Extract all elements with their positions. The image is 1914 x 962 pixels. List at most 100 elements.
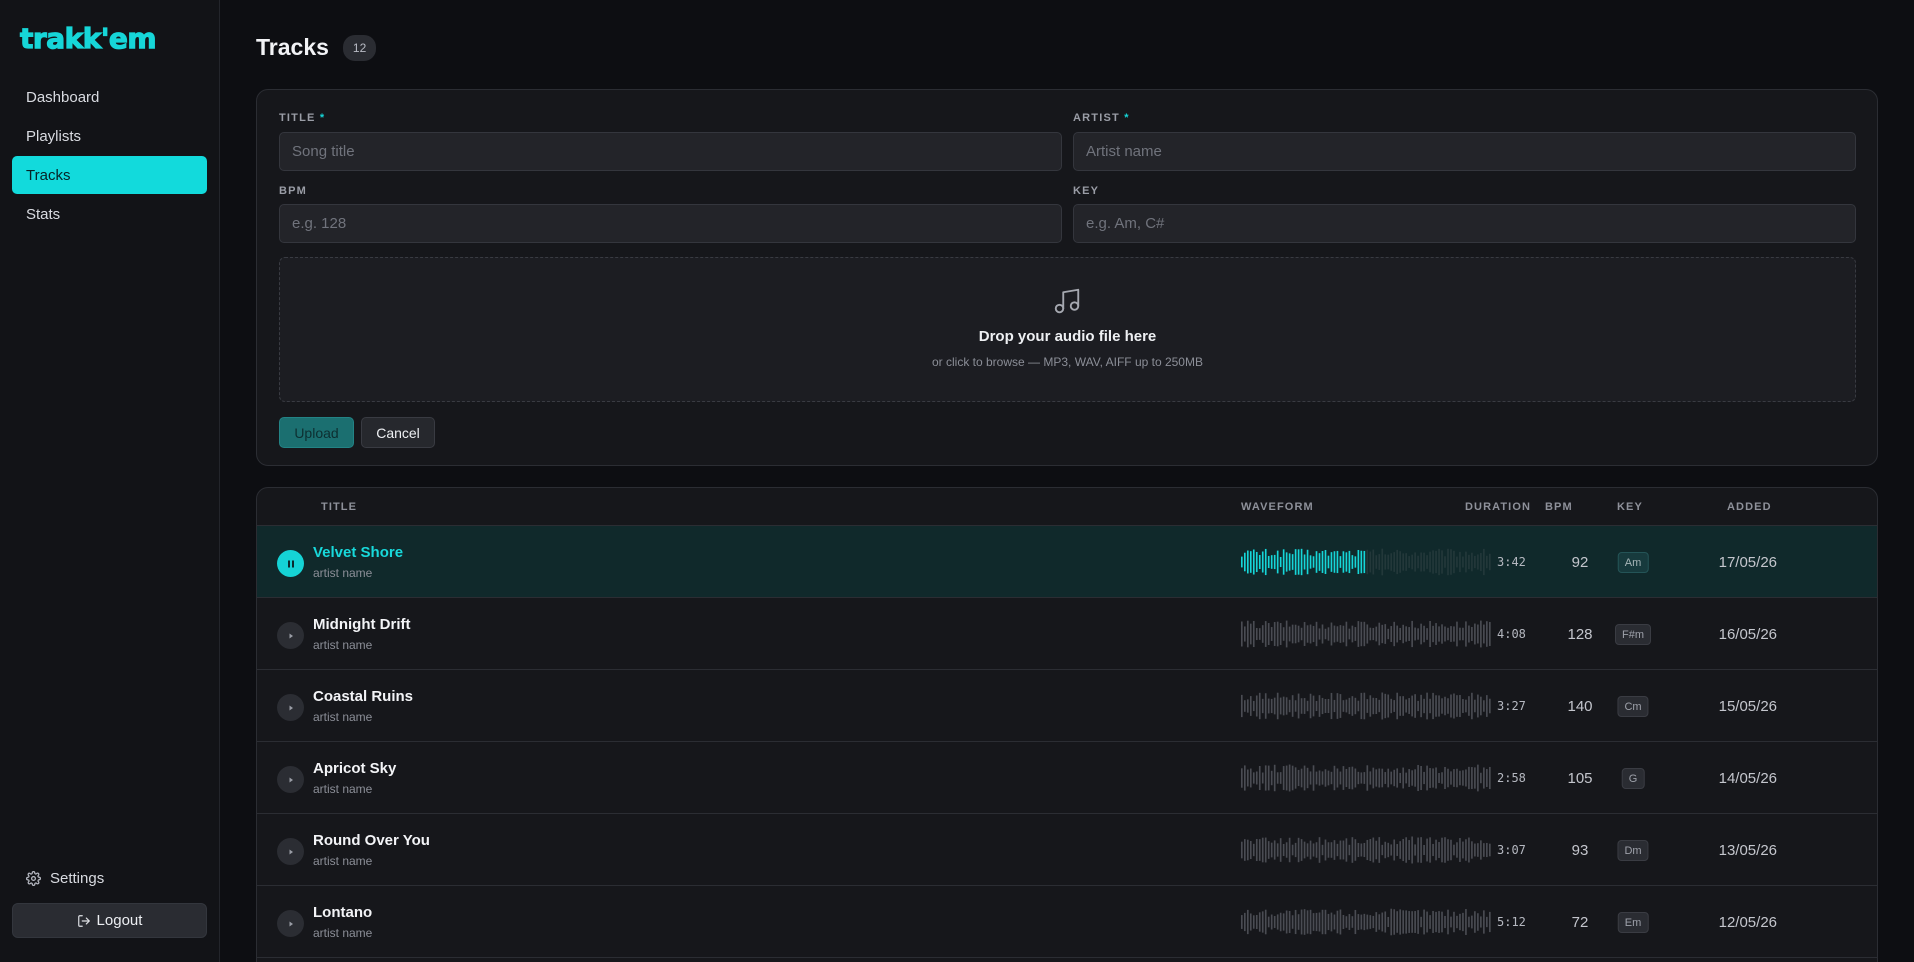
- sidebar-item-playlists[interactable]: Playlists: [12, 117, 207, 155]
- track-title[interactable]: Coastal Ruins: [313, 688, 413, 705]
- waveform-bar: [1483, 700, 1485, 712]
- track-bpm: 140: [1567, 698, 1593, 715]
- track-waveform[interactable]: [1241, 620, 1492, 648]
- track-waveform[interactable]: [1241, 836, 1492, 864]
- waveform-bar: [1327, 770, 1330, 786]
- waveform-bar: [1267, 841, 1270, 859]
- play-button[interactable]: [277, 766, 304, 793]
- waveform-bar: [1279, 912, 1282, 932]
- track-duration: 3:27: [1497, 699, 1526, 713]
- table-row[interactable]: Coastal Ruins artist name 3:27 140 Cm 15/05/2…: [257, 670, 1877, 742]
- waveform-bar: [1273, 697, 1276, 715]
- waveform-bar: [1444, 766, 1446, 790]
- play-button[interactable]: [277, 910, 304, 937]
- title-input[interactable]: [279, 132, 1062, 171]
- track-title[interactable]: Round Over You: [313, 832, 430, 849]
- audio-dropzone[interactable]: Drop your audio file here or click to br…: [279, 257, 1856, 402]
- track-title[interactable]: Velvet Shore: [313, 544, 403, 561]
- waveform-bar: [1378, 699, 1381, 713]
- cancel-button[interactable]: Cancel: [361, 417, 435, 448]
- track-duration: 2:58: [1497, 771, 1526, 785]
- waveform-bar: [1453, 911, 1455, 933]
- waveform-bar: [1480, 840, 1482, 860]
- play-button[interactable]: [277, 622, 304, 649]
- waveform-bar: [1279, 697, 1282, 715]
- waveform-bar: [1447, 627, 1449, 641]
- waveform-bar: [1357, 842, 1360, 858]
- waveform-bar: [1423, 552, 1425, 572]
- column-header-title[interactable]: TITLE: [321, 501, 357, 513]
- track-waveform[interactable]: [1241, 764, 1492, 792]
- track-waveform[interactable]: [1241, 548, 1492, 576]
- waveform-bar: [1354, 909, 1357, 935]
- waveform-bar: [1333, 699, 1336, 713]
- waveform-bar: [1351, 625, 1354, 643]
- upload-button[interactable]: Upload: [279, 417, 354, 448]
- column-header-duration[interactable]: DURATION: [1465, 501, 1531, 513]
- dropzone-subtitle: or click to browse — MP3, WAV, AIFF up t…: [932, 355, 1203, 369]
- waveform-bar: [1255, 838, 1258, 862]
- waveform-bar: [1381, 692, 1384, 720]
- sidebar-item-stats[interactable]: Stats: [12, 195, 207, 233]
- waveform-bar: [1345, 621, 1348, 647]
- track-title[interactable]: Apricot Sky: [313, 760, 396, 777]
- waveform-bar: [1423, 698, 1425, 714]
- column-header-added[interactable]: ADDED: [1727, 501, 1772, 513]
- waveform-bar: [1264, 765, 1267, 791]
- waveform-bar: [1249, 696, 1252, 716]
- waveform-bar: [1276, 550, 1279, 574]
- sidebar-item-dashboard[interactable]: Dashboard: [12, 78, 207, 116]
- track-bpm: 92: [1571, 554, 1589, 571]
- play-button[interactable]: [277, 694, 304, 721]
- waveform-bar: [1294, 624, 1297, 644]
- waveform-bar: [1402, 553, 1404, 571]
- waveform-bar: [1327, 698, 1330, 714]
- waveform-bar: [1450, 694, 1452, 718]
- artist-input[interactable]: [1073, 132, 1856, 171]
- waveform-bar: [1393, 909, 1396, 935]
- track-title[interactable]: Lontano: [313, 904, 372, 921]
- waveform-bar: [1393, 552, 1396, 572]
- track-waveform[interactable]: [1241, 908, 1492, 936]
- waveform-bar: [1330, 912, 1333, 932]
- table-row[interactable]: Lontano artist name 5:12 72 Em 12/05/26: [257, 886, 1877, 958]
- track-artist: artist name: [313, 926, 373, 940]
- waveform-bar: [1420, 694, 1422, 718]
- column-header-key[interactable]: KEY: [1617, 501, 1643, 513]
- waveform-bar: [1414, 627, 1416, 641]
- table-row[interactable]: Velvet Shore artist name 3:42 92 Am 17/05/26: [257, 526, 1877, 598]
- play-button[interactable]: [277, 550, 304, 577]
- logout-button[interactable]: Logout: [12, 903, 207, 938]
- waveform-bar: [1336, 843, 1339, 857]
- waveform-bar: [1420, 623, 1422, 645]
- waveform-bar: [1354, 839, 1357, 861]
- waveform-bar: [1435, 839, 1437, 861]
- waveform-bar: [1300, 909, 1303, 935]
- table-row[interactable]: Apricot Sky artist name 2:58 105 G 14/05/26: [257, 742, 1877, 814]
- table-row[interactable]: Midnight Drift artist name 4:08 128 F#m 16/05…: [257, 598, 1877, 670]
- settings-link[interactable]: Settings: [26, 870, 104, 887]
- waveform-bar: [1285, 697, 1288, 715]
- column-header-bpm[interactable]: BPM: [1545, 501, 1573, 513]
- waveform-bar: [1336, 768, 1339, 788]
- waveform-bar: [1345, 699, 1348, 713]
- sidebar-item-tracks[interactable]: Tracks: [12, 156, 207, 194]
- table-row[interactable]: Round Over You artist name 3:07 93 Dm 13/05/2…: [257, 814, 1877, 886]
- waveform-bar: [1438, 695, 1440, 717]
- key-input[interactable]: [1073, 204, 1856, 243]
- waveform-bar: [1252, 772, 1255, 784]
- waveform-bar: [1264, 621, 1267, 647]
- waveform-bar: [1363, 692, 1366, 720]
- bpm-input[interactable]: [279, 204, 1062, 243]
- track-title[interactable]: Midnight Drift: [313, 616, 410, 633]
- waveform-bar: [1450, 916, 1452, 928]
- app-logo[interactable]: trakk'em: [19, 21, 157, 55]
- waveform-bar: [1312, 695, 1315, 717]
- play-button[interactable]: [277, 838, 304, 865]
- waveform-bar: [1480, 696, 1482, 716]
- track-waveform[interactable]: [1241, 692, 1492, 720]
- waveform-bar: [1333, 840, 1336, 860]
- waveform-bar: [1267, 765, 1270, 791]
- waveform-bar: [1402, 624, 1404, 644]
- waveform-bar: [1282, 766, 1285, 790]
